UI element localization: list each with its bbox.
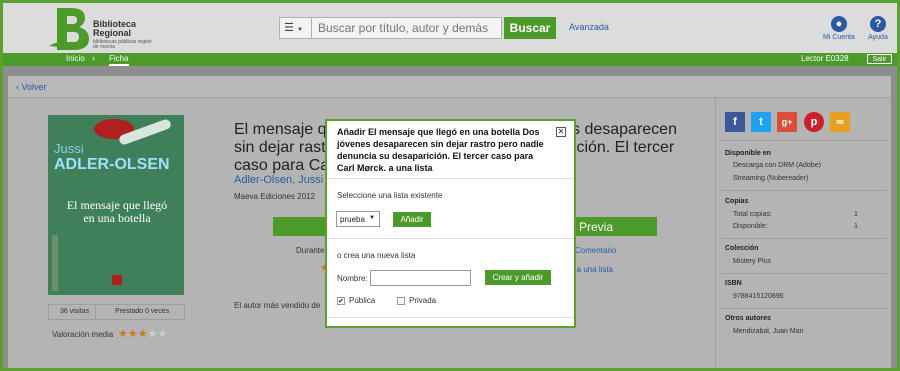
book-publisher: Maeva Ediciones 2012 (234, 192, 315, 201)
help-button[interactable]: ? Ayuda (853, 16, 897, 41)
search-scope-dropdown[interactable]: ☰ ▼ (280, 18, 312, 38)
breadcrumb-home[interactable]: Inicio (66, 54, 85, 63)
create-new-label: o crea una nueva lista (337, 251, 416, 260)
total-copies-label: Total copias: (733, 211, 772, 218)
logo-subtitle: bibliotecas públicas región de murcia (93, 39, 152, 50)
advanced-search-link[interactable]: Avanzada (569, 22, 609, 32)
detail-sidebar: f t g+ p ∞ Disponible en Descarga con DR… (715, 98, 891, 368)
rating-stars: ★★★★★ (118, 327, 167, 340)
collection-title: Colección (725, 245, 759, 252)
copies-title: Copias (725, 198, 749, 205)
close-icon[interactable]: ✕ (556, 127, 566, 137)
site-logo[interactable]: Biblioteca Regional bibliotecas públicas… (47, 6, 152, 52)
isbn-title: ISBN (725, 280, 742, 287)
new-list-name-input[interactable] (370, 270, 471, 286)
rating-label: Valoración media (52, 330, 114, 339)
sidebar-divider (721, 238, 887, 239)
add-comment-link[interactable]: r Comentario (570, 246, 616, 255)
logo-b-icon (49, 8, 89, 50)
pinterest-icon[interactable]: p (804, 112, 824, 132)
back-label: Volver (21, 82, 47, 92)
other-authors-value[interactable]: Mendizabal, Juan Mari (733, 328, 803, 335)
my-account-label: Mi Cuenta (823, 34, 855, 41)
cover-title: El mensaje que llegó en una botella (66, 198, 168, 225)
private-checkbox[interactable] (397, 297, 405, 305)
star-icon: ★ (127, 328, 138, 340)
loan-period-text: Durante (296, 246, 325, 255)
isbn-value: 9788415120896 (733, 293, 784, 300)
loan-count: Prestado 0 veces (115, 308, 170, 315)
select-existing-label: Seleccione una lista existente (337, 191, 443, 200)
book-cover[interactable]: Jussi ADLER-OLSEN El mensaje que llegó e… (48, 115, 184, 295)
star-icon: ★ (118, 328, 128, 340)
chevron-down-icon: ▼ (369, 215, 375, 221)
logout-button[interactable]: Salir (867, 54, 892, 64)
menu-icon: ☰ (284, 22, 294, 34)
facebook-icon[interactable]: f (725, 112, 745, 132)
logo-name: Biblioteca Regional (93, 19, 137, 38)
dialog-title: Añadir El mensaje que llegó en una botel… (337, 127, 544, 173)
create-and-add-button[interactable]: Crear y añadir (485, 270, 551, 285)
name-label: Nombre: (337, 274, 368, 283)
sidebar-divider (721, 140, 887, 141)
back-button[interactable]: ‹ Volver (16, 82, 47, 92)
list-select[interactable]: prueba ▼ (336, 211, 380, 227)
app-frame: Biblioteca Regional bibliotecas públicas… (0, 0, 900, 371)
reader-id: Lector E0328 (801, 54, 849, 63)
author-description: El autor más vendido de (234, 301, 321, 310)
back-bar: ‹ Volver (8, 76, 891, 98)
dialog-divider (327, 317, 574, 318)
book-stats: 36 visitas Prestado 0 veces (48, 304, 185, 320)
star-icon: ★ (137, 328, 148, 340)
available-copies-value: 1 (854, 223, 858, 230)
preview-label: Previa (579, 220, 614, 234)
help-icon: ? (870, 16, 886, 32)
cover-series-band (52, 235, 58, 291)
dialog-divider (327, 178, 574, 179)
search-button[interactable]: Buscar (504, 17, 556, 39)
publisher-logo (112, 275, 122, 285)
book-author-link[interactable]: Adler-Olsen, Jussi (234, 174, 323, 186)
breadcrumb-current[interactable]: Ficha (109, 54, 129, 66)
search-input[interactable] (314, 18, 500, 38)
twitter-icon[interactable]: t (751, 112, 771, 132)
availability-drm: Descarga con DRM (Adobe) (733, 162, 821, 169)
sidebar-divider (721, 190, 887, 191)
cover-author-last: ADLER-OLSEN (54, 156, 170, 173)
public-checkbox[interactable]: ✔ (337, 297, 345, 305)
availability-streaming: Streaming (Nubereader) (733, 175, 809, 182)
star-icon: ★ (147, 328, 158, 340)
add-to-list-button[interactable]: Añadir (393, 212, 431, 227)
search-box: ☰ ▼ (279, 17, 502, 39)
link-icon[interactable]: ∞ (830, 112, 850, 132)
total-copies-value: 1 (854, 211, 858, 218)
cover-author-first: Jussi (54, 141, 84, 156)
available-copies-label: Disponible: (733, 223, 768, 230)
public-label: Pública (349, 296, 376, 305)
chevron-right-icon: › (92, 53, 95, 63)
googleplus-icon[interactable]: g+ (777, 112, 797, 132)
nav-bar: Inicio › Ficha Lector E0328 Salir (3, 53, 897, 66)
add-to-list-dialog: Añadir El mensaje que llegó en una botel… (325, 119, 576, 328)
collection-value: Mistery Plus (733, 258, 772, 265)
chevron-down-icon: ▼ (296, 27, 303, 33)
visits-count: 36 visitas (60, 308, 90, 315)
sidebar-divider (721, 308, 887, 309)
user-icon: ● (831, 16, 847, 32)
sidebar-divider (721, 273, 887, 274)
add-to-list-link[interactable]: ir a una lista (570, 265, 613, 274)
help-label: Ayuda (868, 34, 888, 41)
list-select-value: prueba (340, 215, 365, 224)
private-label: Privada (409, 296, 437, 305)
stats-divider (95, 305, 96, 319)
availability-title: Disponible en (725, 150, 771, 157)
site-header: Biblioteca Regional bibliotecas públicas… (3, 3, 897, 53)
dialog-divider (327, 238, 574, 239)
other-authors-title: Otros autores (725, 315, 771, 322)
star-icon: ★ (157, 328, 168, 340)
